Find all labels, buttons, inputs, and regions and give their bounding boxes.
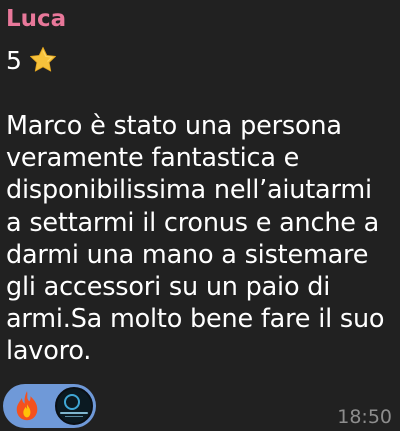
fire-icon	[16, 391, 38, 421]
message-text: Marco è stato una persona veramente fant…	[6, 111, 385, 367]
message-timestamp: 18:50	[337, 406, 392, 428]
reactor-avatar[interactable]	[55, 387, 93, 425]
message-bubble[interactable]: Luca 5 Marco è stato una persona veramen…	[0, 0, 400, 431]
reaction-chip[interactable]	[3, 384, 96, 428]
rating: 5	[6, 42, 58, 78]
sender-name[interactable]: Luca	[6, 2, 66, 36]
rating-value: 5	[6, 45, 22, 75]
star-icon	[29, 46, 56, 72]
